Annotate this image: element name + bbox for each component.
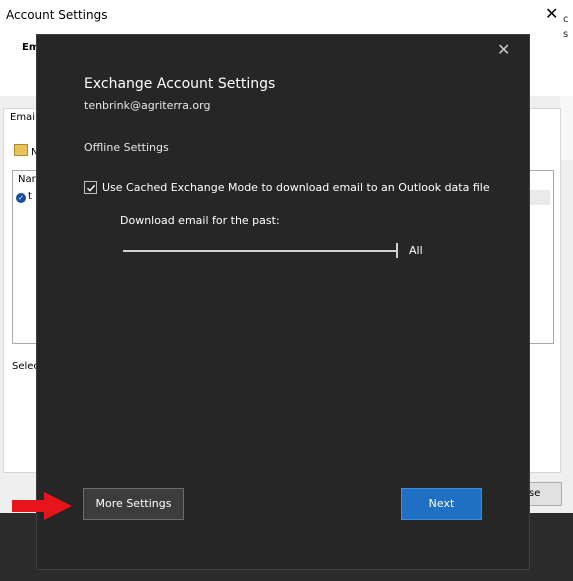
dialog-title: Exchange Account Settings (84, 76, 276, 92)
account-email: tenbrink@agriterra.org (84, 99, 211, 112)
account-settings-close-icon[interactable]: ✕ (545, 4, 558, 23)
next-button[interactable]: Next (401, 488, 482, 520)
account-settings-title: Account Settings (6, 8, 108, 22)
default-account-check-icon: ✓ (16, 193, 26, 203)
select-account-label: Selec (12, 361, 39, 372)
more-settings-button[interactable]: More Settings (83, 488, 184, 520)
cached-exchange-mode-checkbox[interactable] (84, 181, 97, 194)
right-edge-text-1: c (563, 14, 569, 25)
email-tab[interactable]: Email (10, 112, 38, 123)
account-list-row-label: t (28, 191, 32, 202)
download-email-label: Download email for the past: (120, 214, 280, 227)
account-list-row-highlight (530, 190, 550, 205)
account-list-name-header[interactable]: Nar (18, 174, 36, 185)
right-strip (560, 96, 573, 160)
right-edge-text: c s (563, 12, 569, 42)
offline-settings-header: Offline Settings (84, 141, 169, 154)
cached-exchange-mode-label[interactable]: Use Cached Exchange Mode to download ema… (102, 181, 490, 194)
download-period-slider-track[interactable] (123, 250, 398, 252)
checkmark-icon (87, 184, 96, 192)
download-period-slider-thumb[interactable] (396, 243, 398, 258)
new-account-button[interactable]: N (14, 144, 38, 158)
right-edge-text-2: s (563, 29, 569, 40)
account-list-row[interactable]: ✓ t (16, 191, 32, 203)
download-period-value: All (409, 244, 423, 257)
new-account-icon (14, 144, 28, 156)
red-arrow-icon (12, 492, 72, 520)
dialog-close-icon[interactable]: ✕ (497, 40, 510, 59)
